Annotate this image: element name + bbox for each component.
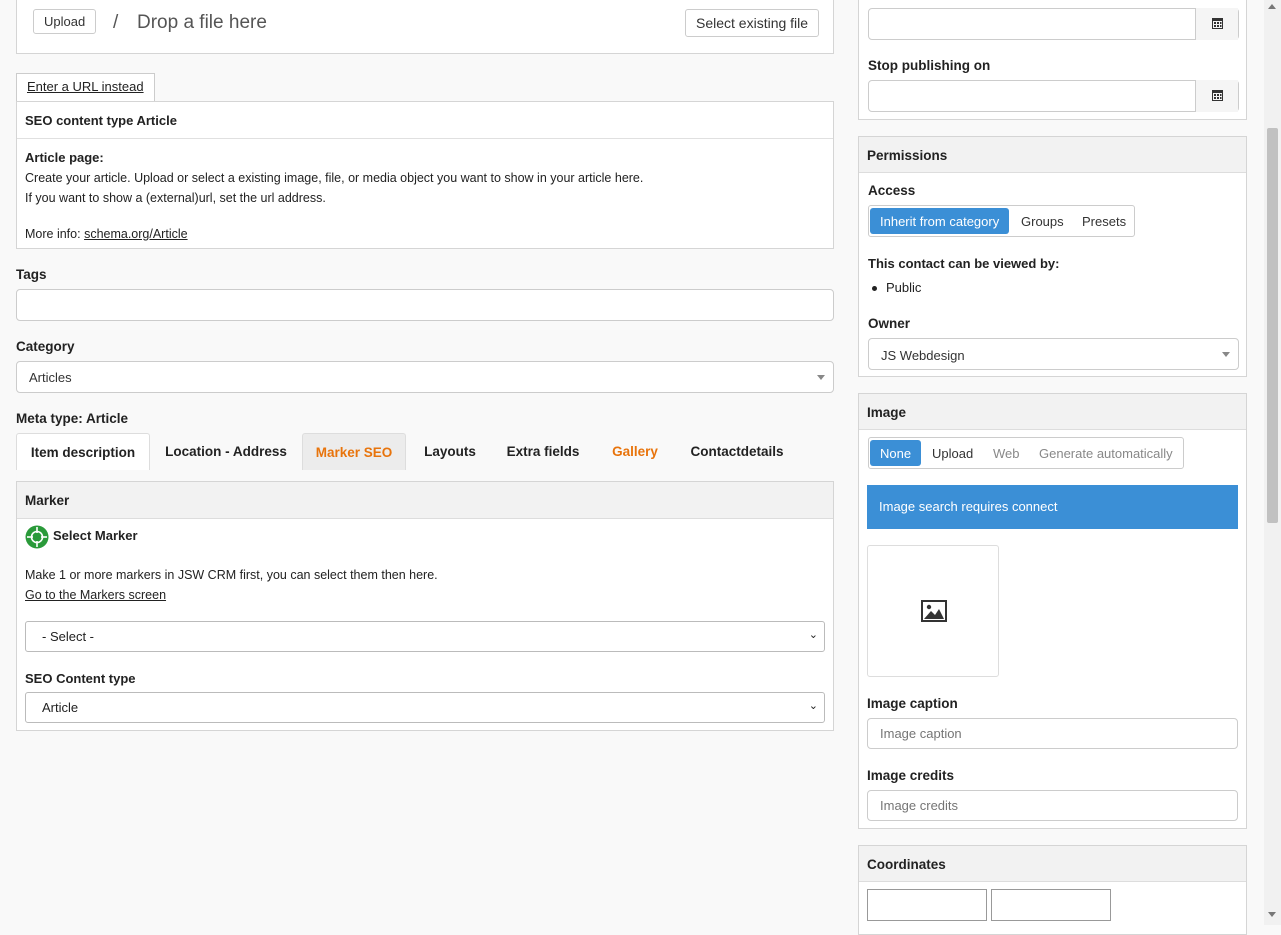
seo-info-heading: Article page:	[25, 150, 104, 165]
schema-link[interactable]: schema.org/Article	[84, 227, 188, 241]
bullet-icon	[872, 286, 877, 292]
owner-label: Owner	[868, 316, 911, 331]
tab-gallery[interactable]: Gallery	[602, 433, 668, 470]
image-search-notice: Image search requires connect	[867, 485, 1238, 529]
tab-extra-fields[interactable]: Extra fields	[498, 433, 588, 470]
longitude-input[interactable]	[991, 889, 1111, 921]
stop-publishing-input[interactable]	[868, 80, 1239, 112]
seo-info-line1: Create your article. Upload or select a …	[25, 171, 644, 185]
image-credits-input[interactable]	[867, 790, 1238, 821]
select-marker-label: Select Marker	[53, 528, 138, 543]
seo-content-type-label: SEO Content type	[25, 671, 136, 686]
scroll-up-icon[interactable]	[1268, 4, 1276, 9]
seo-info-box: SEO content type Article Article page: C…	[16, 101, 834, 249]
image-upload-button[interactable]: Upload	[922, 440, 983, 466]
publishing-panel: Stop publishing on	[858, 0, 1247, 120]
image-caption-input[interactable]	[867, 718, 1238, 749]
category-value: Articles	[29, 370, 72, 385]
marker-select-value: - Select -	[42, 629, 95, 644]
access-label: Access	[868, 183, 916, 198]
calendar-icon	[1212, 18, 1223, 29]
scrollbar-thumb[interactable]	[1267, 128, 1278, 523]
image-title: Image	[859, 394, 1246, 430]
stop-publishing-label: Stop publishing on	[868, 58, 991, 73]
upload-button[interactable]: Upload	[33, 9, 97, 34]
start-publishing-input[interactable]	[868, 8, 1239, 40]
image-credits-label: Image credits	[867, 768, 955, 783]
owner-value: JS Webdesign	[881, 348, 965, 363]
coordinates-title: Coordinates	[859, 846, 1246, 882]
viewed-by-value: Public	[886, 280, 922, 295]
file-upload-box: Upload / Drop a file here Select existin…	[16, 0, 834, 54]
image-generate-button[interactable]: Generate automatically	[1029, 440, 1183, 466]
scrollbar[interactable]	[1264, 0, 1281, 925]
seo-info-line2: If you want to show a (external)url, set…	[25, 191, 326, 205]
tab-contactdetails[interactable]: Contactdetails	[682, 433, 792, 470]
crosshair-icon	[25, 525, 49, 549]
markers-screen-link[interactable]: Go to the Markers screen	[25, 588, 166, 602]
marker-panel-title: Marker	[17, 482, 833, 519]
image-panel: Image None Upload Web Generate automatic…	[858, 393, 1247, 829]
image-preview[interactable]	[867, 545, 999, 677]
tags-input[interactable]	[16, 289, 834, 321]
enter-url-button[interactable]: Enter a URL instead	[16, 73, 155, 102]
viewed-by-label: This contact can be viewed by:	[868, 256, 1060, 271]
category-label: Category	[16, 339, 75, 354]
image-source-group: None Upload Web Generate automatically	[868, 437, 1184, 469]
coordinates-panel: Coordinates	[858, 845, 1247, 935]
calendar-button[interactable]	[1195, 80, 1238, 112]
tab-marker-seo[interactable]: Marker SEO	[302, 433, 406, 470]
image-none-button[interactable]: None	[870, 440, 922, 466]
permissions-title: Permissions	[859, 137, 1246, 173]
seo-info-title: SEO content type Article	[17, 102, 833, 139]
marker-panel: Marker Select Marker Make 1 or more mark…	[16, 481, 834, 731]
more-info-prefix: More info:	[25, 227, 85, 241]
chevron-down-icon: ⌄	[808, 629, 818, 641]
viewed-by-list-item: Public	[872, 280, 921, 295]
calendar-button[interactable]	[1195, 8, 1238, 40]
access-presets-button[interactable]: Presets	[1072, 208, 1136, 234]
image-caption-label: Image caption	[867, 696, 958, 711]
image-web-button[interactable]: Web	[983, 440, 1030, 466]
tags-label: Tags	[16, 267, 47, 282]
marker-help-text: Make 1 or more markers in JSW CRM first,…	[25, 568, 438, 582]
tab-item-description[interactable]: Item description	[16, 433, 150, 470]
chevron-down-icon	[817, 375, 825, 380]
seo-content-type-value: Article	[42, 700, 79, 715]
permissions-panel: Permissions Access Inherit from category…	[858, 136, 1247, 377]
scroll-down-icon[interactable]	[1268, 912, 1276, 917]
chevron-down-icon: ⌄	[808, 700, 818, 712]
owner-select[interactable]: JS Webdesign	[868, 338, 1239, 370]
tab-bar: Item description Location - Address Mark…	[16, 433, 834, 470]
select-existing-file-button[interactable]: Select existing file	[685, 9, 820, 37]
meta-type-label: Meta type: Article	[16, 411, 129, 426]
access-groups-button[interactable]: Groups	[1011, 208, 1074, 234]
category-select[interactable]: Articles	[16, 361, 834, 393]
calendar-icon	[1212, 90, 1223, 101]
chevron-down-icon	[1222, 352, 1230, 357]
tab-location-address[interactable]: Location - Address	[160, 433, 292, 470]
latitude-input[interactable]	[867, 889, 987, 921]
tab-layouts[interactable]: Layouts	[416, 433, 484, 470]
seo-content-type-select[interactable]: Article ⌄	[25, 692, 825, 723]
marker-select[interactable]: - Select - ⌄	[25, 621, 825, 652]
access-button-group: Inherit from category Groups Presets	[868, 205, 1135, 237]
image-icon	[921, 600, 947, 622]
separator: /	[113, 12, 119, 33]
drop-zone-text[interactable]: Drop a file here	[137, 12, 267, 34]
access-inherit-button[interactable]: Inherit from category	[870, 208, 1010, 234]
